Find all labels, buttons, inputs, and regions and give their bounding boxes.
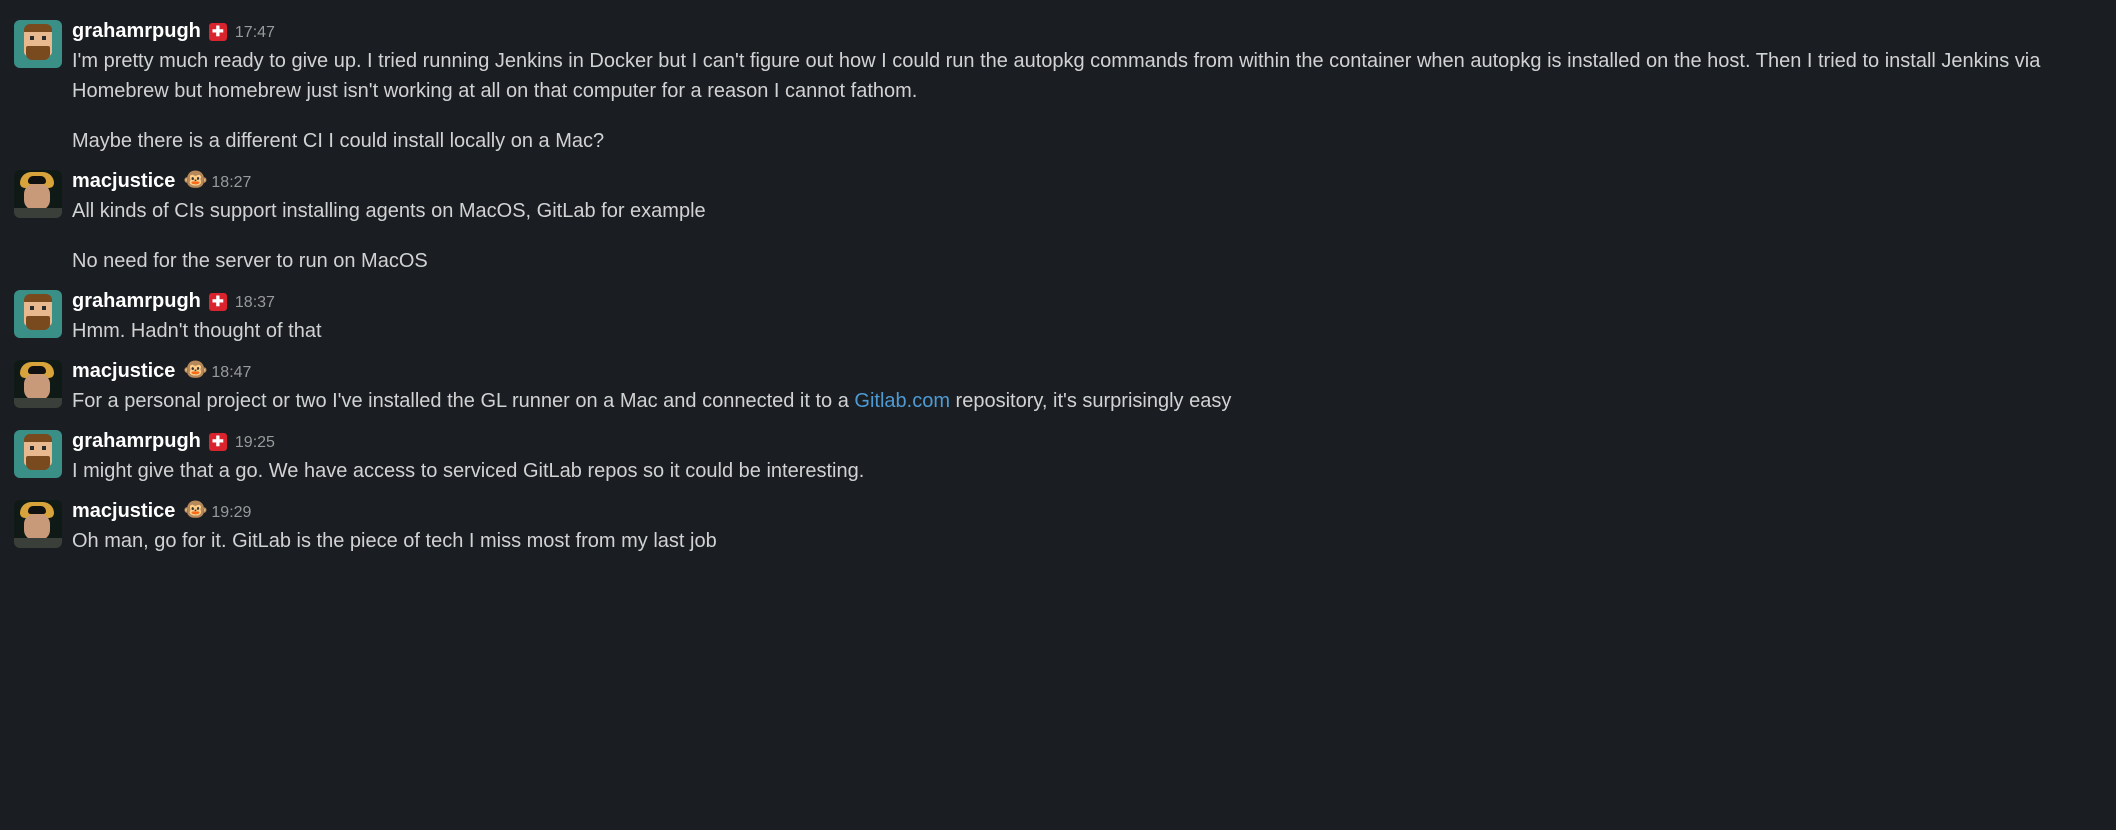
message-paragraph: No need for the server to run on MacOS xyxy=(72,246,2096,276)
timestamp[interactable]: 17:47 xyxy=(235,21,275,45)
username[interactable]: macjustice xyxy=(72,496,175,526)
message-header: macjustice 🐵 19:29 xyxy=(72,496,2096,526)
message-body: grahamrpugh ✚ 17:47 I'm pretty much read… xyxy=(72,16,2096,156)
timestamp[interactable]: 19:25 xyxy=(235,431,275,455)
message-text: Hmm. Hadn't thought of that xyxy=(72,316,2096,346)
message-body: macjustice 🐵 18:47 For a personal projec… xyxy=(72,356,2096,416)
link-gitlab[interactable]: Gitlab.com xyxy=(854,390,950,412)
message-list: grahamrpugh ✚ 17:47 I'm pretty much read… xyxy=(0,0,2116,570)
username[interactable]: grahamrpugh xyxy=(72,286,201,316)
username[interactable]: macjustice xyxy=(72,356,175,386)
message: macjustice 🐵 18:27 All kinds of CIs supp… xyxy=(14,160,2096,280)
message-body: grahamrpugh ✚ 18:37 Hmm. Hadn't thought … xyxy=(72,286,2096,346)
message-header: macjustice 🐵 18:47 xyxy=(72,356,2096,386)
message-paragraph: All kinds of CIs support installing agen… xyxy=(72,196,2096,226)
message-paragraph: Hmm. Hadn't thought of that xyxy=(72,316,2096,346)
message-body: grahamrpugh ✚ 19:25 I might give that a … xyxy=(72,426,2096,486)
message: grahamrpugh ✚ 19:25 I might give that a … xyxy=(14,420,2096,490)
status-badge-emoji-icon: 🐵 xyxy=(183,495,203,513)
message-paragraph: I'm pretty much ready to give up. I trie… xyxy=(72,46,2096,106)
status-badge-swiss-icon: ✚ xyxy=(209,293,227,311)
avatar[interactable] xyxy=(14,500,62,548)
message-body: macjustice 🐵 18:27 All kinds of CIs supp… xyxy=(72,166,2096,276)
message: grahamrpugh ✚ 17:47 I'm pretty much read… xyxy=(14,10,2096,160)
message: grahamrpugh ✚ 18:37 Hmm. Hadn't thought … xyxy=(14,280,2096,350)
message-text: For a personal project or two I've insta… xyxy=(72,386,2096,416)
avatar[interactable] xyxy=(14,170,62,218)
avatar[interactable] xyxy=(14,290,62,338)
message: macjustice 🐵 18:47 For a personal projec… xyxy=(14,350,2096,420)
message-text: I'm pretty much ready to give up. I trie… xyxy=(72,46,2096,156)
message: macjustice 🐵 19:29 Oh man, go for it. Gi… xyxy=(14,490,2096,560)
message-header: grahamrpugh ✚ 18:37 xyxy=(72,286,2096,316)
status-badge-emoji-icon: 🐵 xyxy=(183,165,203,183)
message-paragraph: Oh man, go for it. GitLab is the piece o… xyxy=(72,526,2096,556)
timestamp[interactable]: 18:27 xyxy=(211,171,251,195)
username[interactable]: grahamrpugh xyxy=(72,16,201,46)
text-fragment: For a personal project or two I've insta… xyxy=(72,390,854,412)
status-badge-swiss-icon: ✚ xyxy=(209,433,227,451)
message-text: Oh man, go for it. GitLab is the piece o… xyxy=(72,526,2096,556)
message-body: macjustice 🐵 19:29 Oh man, go for it. Gi… xyxy=(72,496,2096,556)
message-text: All kinds of CIs support installing agen… xyxy=(72,196,2096,276)
message-paragraph: I might give that a go. We have access t… xyxy=(72,456,2096,486)
text-fragment: repository, it's surprisingly easy xyxy=(950,390,1231,412)
avatar[interactable] xyxy=(14,20,62,68)
message-header: grahamrpugh ✚ 19:25 xyxy=(72,426,2096,456)
status-badge-emoji-icon: 🐵 xyxy=(183,355,203,373)
message-header: macjustice 🐵 18:27 xyxy=(72,166,2096,196)
message-paragraph: For a personal project or two I've insta… xyxy=(72,386,2096,416)
message-paragraph: Maybe there is a different CI I could in… xyxy=(72,126,2096,156)
avatar[interactable] xyxy=(14,430,62,478)
timestamp[interactable]: 19:29 xyxy=(211,501,251,525)
message-header: grahamrpugh ✚ 17:47 xyxy=(72,16,2096,46)
status-badge-swiss-icon: ✚ xyxy=(209,23,227,41)
username[interactable]: macjustice xyxy=(72,166,175,196)
message-text: I might give that a go. We have access t… xyxy=(72,456,2096,486)
avatar[interactable] xyxy=(14,360,62,408)
timestamp[interactable]: 18:47 xyxy=(211,361,251,385)
timestamp[interactable]: 18:37 xyxy=(235,291,275,315)
username[interactable]: grahamrpugh xyxy=(72,426,201,456)
